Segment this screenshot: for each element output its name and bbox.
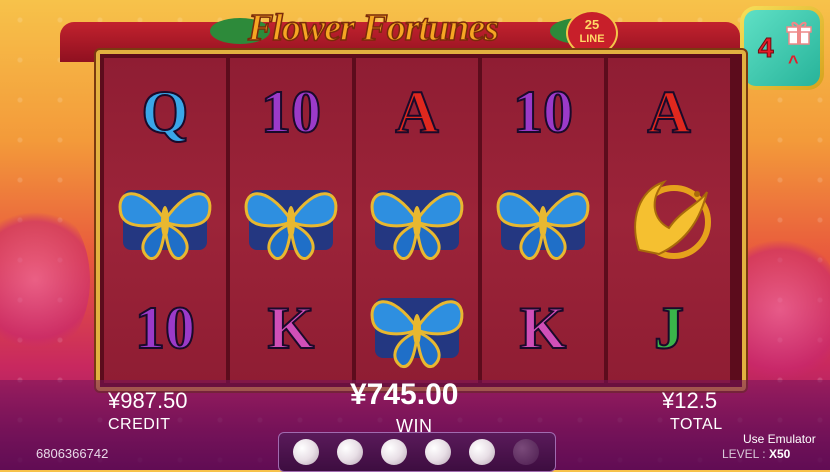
credit-label: CREDIT bbox=[108, 416, 171, 433]
reel-symbol: Q bbox=[104, 58, 226, 166]
pearl-indicator bbox=[293, 439, 319, 465]
line-label: LINE bbox=[579, 33, 605, 45]
butterfly-icon bbox=[118, 190, 212, 260]
game-logo: Flower Fortunes 25 LINE bbox=[210, 0, 620, 56]
reel-symbol bbox=[608, 166, 730, 274]
reel-symbol bbox=[104, 166, 226, 274]
butterfly-icon bbox=[244, 190, 338, 260]
reel-symbol bbox=[230, 166, 352, 274]
total-bet-label: TOTAL bbox=[670, 416, 723, 433]
account-id: 6806366742 bbox=[36, 446, 109, 461]
reel-frame: Q 10 10 K A 10 K A J bbox=[96, 50, 746, 391]
total-bet-value[interactable]: ¥12.5 bbox=[662, 388, 717, 414]
reel-4: 10 K bbox=[482, 58, 606, 383]
card-symbol: 10 bbox=[134, 294, 196, 362]
reel-symbol bbox=[356, 166, 478, 274]
reel-symbol bbox=[356, 274, 478, 382]
pearl-progress-bar bbox=[278, 432, 556, 472]
reel-2: 10 K bbox=[230, 58, 354, 383]
reel-symbol: 10 bbox=[230, 58, 352, 166]
butterfly-icon bbox=[370, 298, 464, 368]
reel-symbol: J bbox=[608, 274, 730, 382]
phoenix-icon bbox=[634, 179, 711, 259]
reel-1: Q 10 bbox=[104, 58, 228, 383]
pearl-indicator bbox=[513, 439, 539, 465]
pearl-indicator bbox=[469, 439, 495, 465]
card-symbol: K bbox=[519, 294, 568, 362]
card-symbol: K bbox=[267, 294, 316, 362]
level-label: LEVEL : bbox=[722, 447, 766, 461]
gift-icon bbox=[786, 21, 812, 45]
reel-symbol bbox=[482, 166, 604, 274]
reel-symbol: A bbox=[356, 58, 478, 166]
butterfly-icon bbox=[370, 190, 464, 260]
reel-symbol: 10 bbox=[482, 58, 604, 166]
bonus-gift-panel: 4 ^ bbox=[744, 10, 820, 86]
butterfly-icon bbox=[496, 190, 590, 260]
level-value: X50 bbox=[768, 447, 791, 461]
bonus-gift-button[interactable]: 4 ^ bbox=[740, 6, 824, 90]
reel-3: A bbox=[356, 58, 480, 383]
game-title: Flower Fortunes bbox=[247, 6, 500, 50]
card-symbol: A bbox=[394, 78, 439, 146]
level-indicator: LEVEL : X50 bbox=[722, 447, 790, 461]
reel-5: AJ bbox=[608, 58, 732, 383]
card-symbol: Q bbox=[141, 78, 190, 146]
pearl-indicator bbox=[425, 439, 451, 465]
card-symbol: A bbox=[646, 78, 691, 146]
win-value: ¥745.00 bbox=[350, 378, 459, 411]
use-emulator-link[interactable]: Use Emulator bbox=[743, 432, 816, 446]
line-count: 25 bbox=[584, 17, 600, 32]
bonus-count: 4 bbox=[758, 32, 775, 64]
chevron-up-icon: ^ bbox=[788, 52, 799, 72]
card-symbol: 10 bbox=[260, 78, 322, 146]
pearl-indicator bbox=[381, 439, 407, 465]
pearl-indicator bbox=[337, 439, 363, 465]
card-symbol: 10 bbox=[512, 78, 574, 146]
card-symbol: J bbox=[653, 294, 685, 362]
credit-value: ¥987.50 bbox=[108, 388, 188, 413]
reel-symbol: K bbox=[230, 274, 352, 382]
reel-symbol: A bbox=[608, 58, 730, 166]
reel-symbol: 10 bbox=[104, 274, 226, 382]
reel-symbol: K bbox=[482, 274, 604, 382]
